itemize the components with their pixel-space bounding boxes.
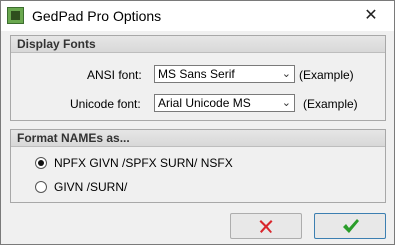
ansi-font-example: (Example) <box>299 68 354 82</box>
ansi-font-value: MS Sans Serif <box>158 67 235 81</box>
window-title: GedPad Pro Options <box>32 8 162 24</box>
unicode-font-select[interactable]: Arial Unicode MS ⌄ <box>154 94 295 112</box>
ansi-font-label: ANSI font: <box>87 68 142 82</box>
green-check-icon <box>343 219 359 233</box>
format-names-group: Format NAMEs as... NPFX GIVN /SPFX SURN/… <box>10 129 386 203</box>
radio-givn-format-label[interactable]: GIVN /SURN/ <box>54 180 127 194</box>
app-icon <box>7 7 24 24</box>
options-dialog: GedPad Pro Options ✕ Display Fonts ANSI … <box>0 0 395 245</box>
display-fonts-heading: Display Fonts <box>11 36 385 53</box>
unicode-font-label: Unicode font: <box>70 97 141 111</box>
radio-npfx-format[interactable] <box>35 157 47 169</box>
radio-givn-format[interactable] <box>35 181 47 193</box>
display-fonts-group: Display Fonts ANSI font: MS Sans Serif ⌄… <box>10 35 386 121</box>
title-bar: GedPad Pro Options ✕ <box>1 1 394 31</box>
unicode-font-example: (Example) <box>303 97 358 111</box>
cancel-button[interactable] <box>230 213 302 239</box>
chevron-down-icon: ⌄ <box>281 68 291 80</box>
radio-npfx-format-label[interactable]: NPFX GIVN /SPFX SURN/ NSFX <box>54 156 233 170</box>
red-x-icon <box>259 220 273 233</box>
ok-button[interactable] <box>314 213 386 239</box>
unicode-font-value: Arial Unicode MS <box>158 96 251 110</box>
chevron-down-icon: ⌄ <box>281 97 291 109</box>
format-names-heading: Format NAMEs as... <box>11 130 385 147</box>
ansi-font-select[interactable]: MS Sans Serif ⌄ <box>154 65 295 83</box>
close-icon[interactable]: ✕ <box>348 1 394 31</box>
